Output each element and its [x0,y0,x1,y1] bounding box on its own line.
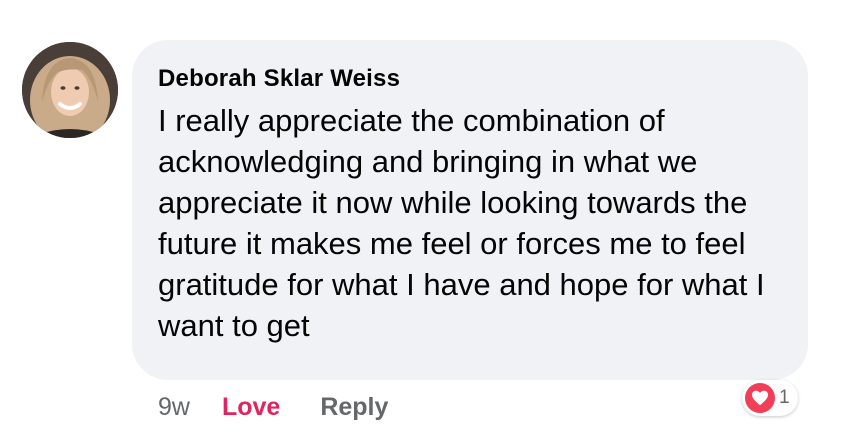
reaction-count: 1 [779,387,790,408]
comment-bubble: Deborah Sklar Weiss I really appreciate … [132,40,808,380]
comment-actions: 9w Love Reply [158,390,388,424]
avatar-photo [22,42,118,138]
avatar[interactable] [22,42,118,138]
comment-author[interactable]: Deborah Sklar Weiss [158,64,780,94]
reaction-summary[interactable]: 1 [742,380,798,416]
love-button[interactable]: Love [222,393,280,422]
reply-button[interactable]: Reply [320,393,388,422]
comment-timestamp[interactable]: 9w [158,393,190,422]
heart-icon [745,383,775,413]
comment-text: I really appreciate the combination of a… [158,103,765,343]
